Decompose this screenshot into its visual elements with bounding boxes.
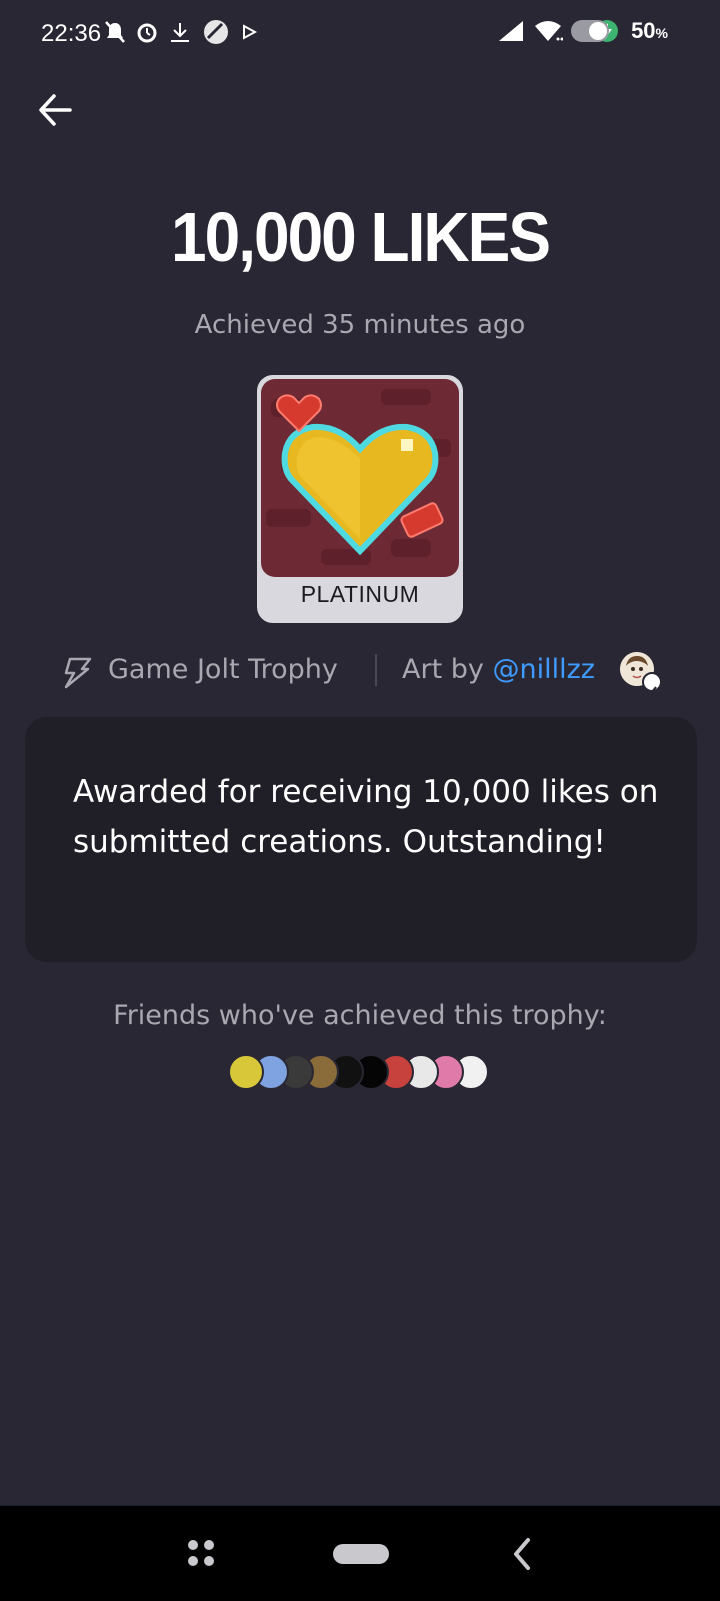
mute-icon — [105, 21, 125, 43]
art-by-label: Art by — [402, 654, 493, 685]
lightning-icon — [64, 657, 92, 689]
friend-avatar[interactable] — [228, 1054, 264, 1090]
play-icon — [243, 24, 258, 40]
status-icons-left — [104, 18, 258, 46]
status-bar: 22:36 50% — [0, 0, 720, 70]
arrow-left-icon — [39, 94, 72, 126]
signal-icon — [499, 21, 524, 41]
battery-level: 50% — [631, 18, 668, 43]
art-credit: Art by @nilllzz — [402, 654, 595, 685]
trophy-type: Game Jolt Trophy — [108, 654, 338, 685]
system-nav-bar — [0, 1505, 720, 1601]
verified-badge-icon — [642, 672, 662, 695]
trophy-tier-badge: PLATINUM — [300, 581, 420, 607]
achieved-time: Achieved 35 minutes ago — [194, 310, 526, 340]
trophy-card: PLATINUM — [257, 375, 463, 623]
vpn-icon — [204, 20, 228, 44]
status-time: 22:36 — [41, 20, 102, 47]
divider — [375, 654, 377, 686]
status-icons-right: 50% — [497, 18, 668, 44]
back-button[interactable] — [34, 88, 78, 132]
friends-avatar-list[interactable] — [228, 1054, 498, 1090]
alarm-icon — [137, 23, 157, 43]
download-icon — [171, 23, 189, 42]
trophy-image — [261, 379, 459, 577]
battery-saver-icon — [571, 20, 610, 42]
trophy-description: Awarded for receiving 10,000 likes on su… — [73, 774, 659, 860]
recents-icon[interactable] — [185, 1537, 219, 1571]
back-chevron-icon[interactable] — [510, 1534, 534, 1574]
friends-label: Friends who've achieved this trophy: — [113, 1000, 607, 1031]
page-title: 10,000 LIKES — [171, 198, 551, 276]
wifi-icon — [535, 21, 564, 41]
artist-link[interactable]: @nilllzz — [492, 654, 594, 685]
trophy-meta: Game Jolt Trophy Art by @nilllzz — [0, 652, 720, 695]
description-card: Awarded for receiving 10,000 likes on su… — [25, 717, 697, 962]
home-pill-icon[interactable] — [333, 1544, 389, 1564]
